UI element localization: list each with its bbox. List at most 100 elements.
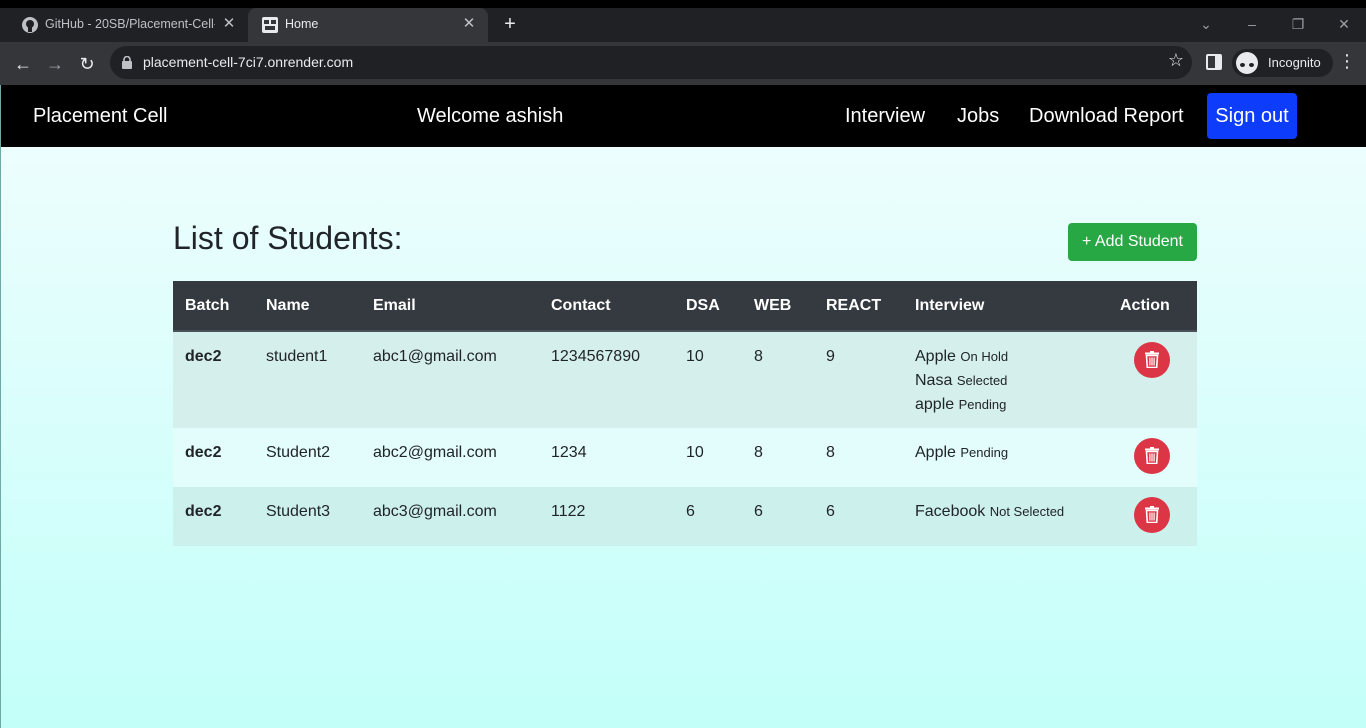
cell-action — [1108, 428, 1197, 487]
side-panel-icon[interactable] — [1206, 54, 1222, 70]
incognito-profile-button[interactable]: Incognito — [1232, 49, 1333, 77]
interview-entry: Apple Pending — [915, 441, 1108, 465]
delete-student-button[interactable] — [1134, 438, 1170, 474]
welcome-text: Welcome ashish — [417, 105, 564, 127]
cell-dsa: 6 — [686, 503, 695, 520]
interview-entry: Apple On Hold — [915, 345, 1108, 369]
interview-status: Pending — [958, 397, 1007, 412]
interview-status: Not Selected — [989, 504, 1065, 519]
cell-name: student1 — [266, 348, 328, 365]
close-icon[interactable]: ✕ — [460, 15, 478, 33]
nav-link-jobs[interactable]: Jobs — [957, 105, 999, 128]
tab-title: GitHub - 20SB/Placement-Cell-Backend — [45, 17, 215, 31]
address-bar[interactable]: placement-cell-7ci7.onrender.com ☆ — [110, 46, 1192, 79]
interview-status: On Hold — [960, 349, 1009, 364]
reload-icon[interactable]: ↻ — [74, 51, 100, 77]
cell-dsa: 10 — [686, 348, 704, 365]
cell-interviews: Apple Pending — [903, 428, 1108, 487]
github-icon — [22, 17, 38, 33]
column-header-action: Action — [1108, 281, 1197, 332]
trash-icon — [1145, 447, 1159, 464]
cell-web: 8 — [754, 444, 763, 461]
column-header-name: Name — [254, 281, 361, 332]
nav-link-interview[interactable]: Interview — [845, 105, 925, 128]
brand-link[interactable]: Placement Cell — [33, 105, 168, 128]
page-title: List of Students: — [173, 220, 403, 256]
column-header-web: WEB — [742, 281, 814, 332]
cell-web: 6 — [754, 503, 763, 520]
interview-entry: apple Pending — [915, 393, 1108, 417]
incognito-label: Incognito — [1268, 55, 1321, 70]
cell-interviews: Facebook Not Selected — [903, 487, 1108, 546]
trash-icon — [1145, 506, 1159, 523]
cell-email: abc1@gmail.com — [373, 348, 497, 365]
url-text: placement-cell-7ci7.onrender.com — [143, 54, 354, 70]
column-header-interview: Interview — [903, 281, 1108, 332]
close-icon[interactable]: ✕ — [220, 15, 238, 33]
table-header-row: Batch Name Email Contact DSA WEB REACT I… — [173, 281, 1197, 332]
chevron-down-icon[interactable]: ⌄ — [1194, 13, 1218, 35]
cell-name: Student3 — [266, 503, 331, 520]
cell-batch: dec2 — [185, 503, 222, 520]
interview-company: Facebook — [915, 503, 986, 520]
table-row: dec2 Student2 abc2@gmail.com 1234 10 8 8… — [173, 428, 1197, 487]
table-row: dec2 Student3 abc3@gmail.com 1122 6 6 6 … — [173, 487, 1197, 546]
cell-react: 8 — [826, 444, 835, 461]
interview-entry: Nasa Selected — [915, 369, 1108, 393]
cell-contact: 1122 — [551, 503, 586, 520]
delete-student-button[interactable] — [1134, 342, 1170, 378]
back-arrow-icon[interactable]: ← — [10, 51, 36, 77]
minimize-icon[interactable]: – — [1240, 13, 1264, 35]
interview-company: Apple — [915, 348, 956, 365]
page-viewport: Placement Cell Welcome ashish Interview … — [0, 85, 1366, 728]
browser-tab-bar: GitHub - 20SB/Placement-Cell-Backend ✕ H… — [0, 8, 1366, 42]
sign-out-button[interactable]: Sign out — [1207, 93, 1297, 139]
column-header-contact: Contact — [539, 281, 674, 332]
more-menu-icon[interactable]: ⋮ — [1338, 51, 1356, 72]
add-student-button[interactable]: + Add Student — [1068, 223, 1197, 261]
browser-tab-github[interactable]: GitHub - 20SB/Placement-Cell-Backend ✕ — [8, 8, 248, 42]
students-table: Batch Name Email Contact DSA WEB REACT I… — [173, 281, 1197, 546]
tab-title: Home — [285, 17, 319, 31]
window-top-strip — [0, 0, 1366, 8]
cell-interviews: Apple On Hold Nasa Selected apple Pendin… — [903, 331, 1108, 428]
column-header-react: REACT — [814, 281, 903, 332]
interview-company: apple — [915, 396, 955, 413]
restore-icon[interactable]: ❐ — [1286, 13, 1310, 35]
browser-tab-home[interactable]: Home ✕ — [248, 8, 488, 42]
new-tab-plus-icon[interactable]: + — [500, 14, 520, 34]
cell-react: 6 — [826, 503, 835, 520]
site-navbar: Placement Cell Welcome ashish Interview … — [1, 85, 1366, 147]
nav-link-download-report[interactable]: Download Report — [1029, 105, 1184, 128]
incognito-icon — [1236, 52, 1258, 74]
cell-name: Student2 — [266, 444, 331, 461]
cell-contact: 1234567890 — [551, 348, 640, 365]
cell-action — [1108, 331, 1197, 428]
delete-student-button[interactable] — [1134, 497, 1170, 533]
interview-company: Nasa — [915, 372, 953, 389]
cell-web: 8 — [754, 348, 763, 365]
column-header-email: Email — [361, 281, 539, 332]
table-row: dec2 student1 abc1@gmail.com 1234567890 … — [173, 331, 1197, 428]
cell-react: 9 — [826, 348, 835, 365]
cell-batch: dec2 — [185, 444, 222, 461]
window-close-icon[interactable]: ✕ — [1332, 13, 1356, 35]
column-header-batch: Batch — [173, 281, 254, 332]
interview-entry: Facebook Not Selected — [915, 500, 1108, 524]
interview-status: Selected — [956, 373, 1008, 388]
column-header-dsa: DSA — [674, 281, 742, 332]
cell-dsa: 10 — [686, 444, 704, 461]
interview-company: Apple — [915, 444, 956, 461]
cell-action — [1108, 487, 1197, 546]
cell-contact: 1234 — [551, 444, 587, 461]
browser-toolbar: ← → ↻ placement-cell-7ci7.onrender.com ☆… — [0, 42, 1366, 85]
site-favicon-icon — [262, 17, 278, 33]
interview-status: Pending — [960, 445, 1009, 460]
forward-arrow-icon[interactable]: → — [42, 51, 68, 77]
cell-batch: dec2 — [185, 348, 222, 365]
lock-icon — [122, 56, 132, 69]
bookmark-star-icon[interactable]: ☆ — [1168, 50, 1184, 71]
trash-icon — [1145, 351, 1159, 368]
cell-email: abc2@gmail.com — [373, 444, 497, 461]
cell-email: abc3@gmail.com — [373, 503, 497, 520]
